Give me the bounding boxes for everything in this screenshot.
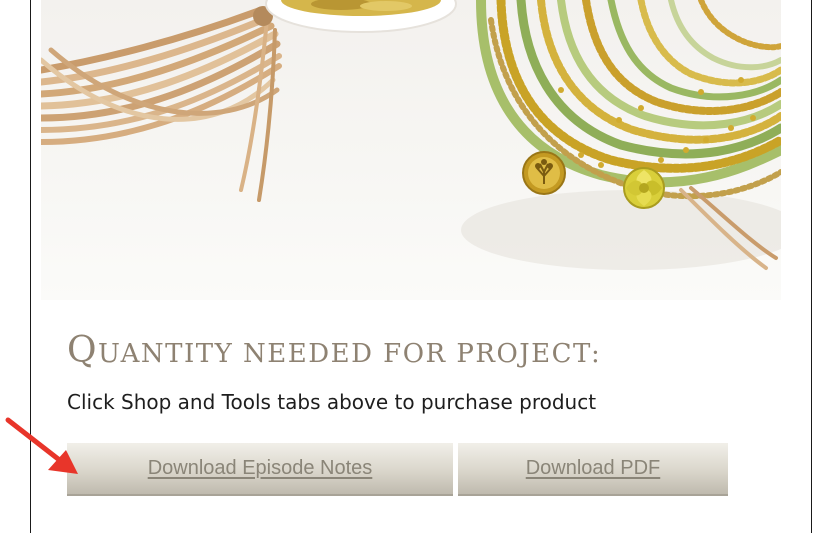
heading-first-letter: Q: [67, 330, 99, 371]
purchase-instructions: Click Shop and Tools tabs above to purch…: [67, 390, 597, 414]
bracelet-illustration: [41, 0, 781, 270]
tree-of-life-charm-icon: [522, 151, 566, 195]
page-heading: QUANTITY NEEDED FOR PROJECT:: [67, 330, 601, 371]
heading-rest: UANTITY NEEDED FOR PROJECT:: [98, 339, 602, 369]
download-pdf-button[interactable]: Download PDF: [458, 443, 728, 496]
red-arrow-annotation-icon: [5, 417, 78, 474]
content-frame: QUANTITY NEEDED FOR PROJECT: Click Shop …: [30, 0, 812, 533]
leather-cord-bundle: [41, 6, 282, 202]
download-episode-notes-button[interactable]: Download Episode Notes: [67, 443, 453, 496]
hero-image: [41, 0, 781, 300]
bead-bowl: [265, 0, 457, 33]
flower-button-clasp-icon: [623, 167, 665, 209]
